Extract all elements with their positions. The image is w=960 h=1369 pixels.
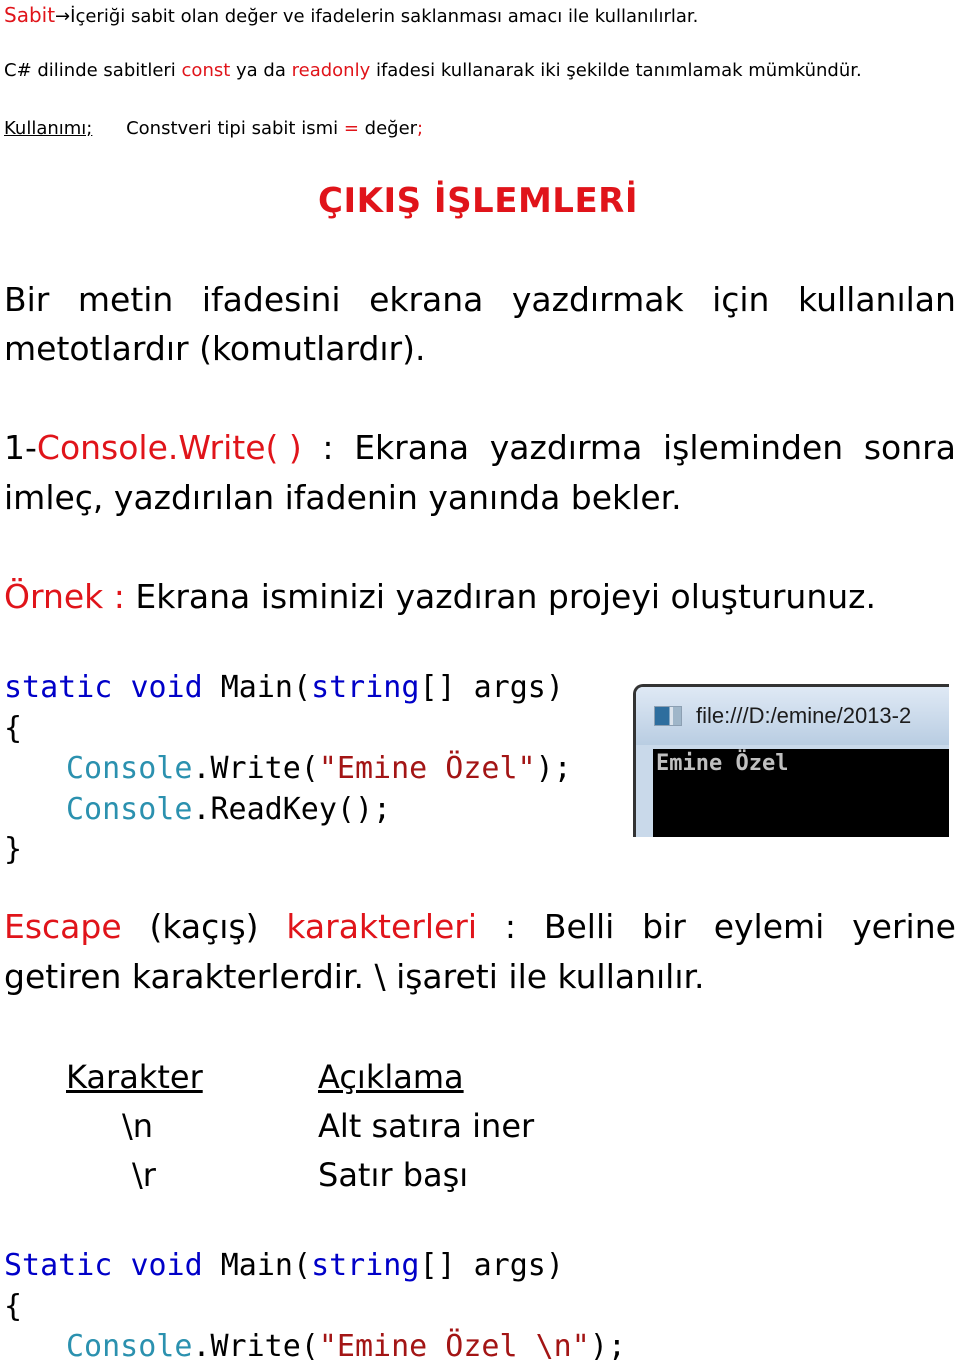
keyword: Static — [4, 1248, 113, 1283]
usage-line: Kullanımı; Constveri tipi sabit ismi = d… — [4, 118, 423, 139]
item-number: 1- — [4, 428, 37, 467]
write-method-line2: imleç, yazdırılan ifadenin yanında bekle… — [4, 478, 682, 517]
word: işleminden — [662, 428, 844, 467]
readonly-keyword: readonly — [291, 60, 371, 81]
console-path: file:///D:/emine/2013-2 — [696, 703, 912, 728]
word: (kaçış) — [149, 907, 259, 946]
usage-value: değer — [358, 118, 418, 139]
console-titlebar: file:///D:/emine/2013-2 — [636, 687, 949, 745]
text: ifadesi kullanarak iki şekilde tanımlama… — [370, 60, 862, 81]
escape-char: \n — [122, 1106, 154, 1145]
word: ifadesini — [201, 280, 341, 319]
code-line: Console.Write("Emine Özel"); — [4, 749, 572, 790]
code-text: .Write( — [192, 1329, 319, 1364]
arrow-icon: → — [55, 6, 71, 27]
output-definition-line2: metotlardır (komutlardır). — [4, 329, 426, 368]
word: kullanılan — [797, 280, 956, 319]
code-text: Main( — [202, 1248, 312, 1283]
code-line: { — [4, 710, 23, 746]
word: yerine — [852, 907, 956, 946]
word: Bir — [4, 280, 50, 319]
header-karakter: Karakter — [66, 1057, 203, 1096]
keyword: static — [4, 670, 113, 705]
sabit-definition: İçeriği sabit olan değer ve ifadelerin s… — [70, 6, 699, 27]
header-aciklama: Açıklama — [318, 1057, 464, 1096]
word: metin — [77, 280, 174, 319]
word: bir — [642, 907, 686, 946]
escape-line1: Escape (kaçış) karakterleri : Belli bir … — [4, 907, 956, 946]
console-app-icon — [654, 706, 682, 726]
const-keyword: const — [181, 60, 231, 81]
code-line: } — [4, 832, 23, 867]
usage-syntax: Constveri tipi sabit ismi — [126, 118, 344, 139]
table-header-row: Karakter Açıklama — [66, 1052, 534, 1101]
sabit-term: Sabit — [4, 3, 56, 27]
keyword: string — [311, 670, 420, 705]
code-text: Main( — [202, 670, 312, 705]
word: yazdırma — [489, 428, 643, 467]
sabit-definition-line: Sabit→İçeriği sabit olan değer ve ifadel… — [4, 3, 698, 27]
code-text: [] args) — [419, 1248, 564, 1283]
word: için — [712, 280, 770, 319]
write-method-line1: 1-Console.Write( ) : Ekrana yazdırma işl… — [4, 428, 956, 467]
table-row: \n Alt satıra iner — [66, 1101, 534, 1150]
const-readonly-line: C# dilinde sabitleri const ya da readonl… — [4, 60, 862, 81]
escape-table: Karakter Açıklama \n Alt satıra iner \r … — [66, 1052, 534, 1199]
word: ekrana — [369, 280, 484, 319]
table-row: \r Satır başı — [66, 1150, 534, 1199]
code-line: Console.ReadKey(); — [4, 790, 572, 831]
escape-description: Alt satıra iner — [318, 1106, 535, 1145]
string-literal: "Emine Özel \n" — [318, 1329, 590, 1364]
code-line: static void Main(string[] args) — [4, 668, 572, 709]
usage-label: Kullanımı; — [4, 118, 93, 139]
string-literal: "Emine Özel" — [318, 751, 536, 786]
word: : — [504, 907, 517, 946]
method-name: Console.Write( ) — [36, 428, 302, 467]
code-text: ); — [589, 1329, 626, 1364]
type-name: Console — [66, 751, 193, 786]
equals-sign: = — [343, 118, 359, 139]
code-line: Console.Write("Emine Özel \n"); — [4, 1327, 626, 1368]
karakterleri-term: karakterleri — [286, 907, 478, 946]
code-line: { — [4, 1288, 23, 1324]
code-text: .ReadKey(); — [192, 791, 392, 827]
type-name: Console — [66, 791, 193, 827]
example-label: Örnek : — [4, 577, 125, 616]
keyword: void — [130, 670, 203, 705]
console-output: Emine Özel — [653, 749, 949, 837]
code-line: Static void Main(string[] args) — [4, 1246, 626, 1287]
output-definition-line1: Bir metin ifadesini ekrana yazdırmak içi… — [4, 280, 956, 319]
example-line: Örnek : Ekrana isminizi yazdıran projeyi… — [4, 577, 876, 616]
word: Ekrana — [354, 428, 470, 467]
code-block-2: Static void Main(string[] args) { Consol… — [4, 1246, 626, 1368]
code-text: [] args) — [419, 670, 564, 705]
type-name: Console — [66, 1329, 193, 1364]
code-block-1: static void Main(string[] args) { Consol… — [4, 668, 572, 871]
section-title: ÇIKIŞ İŞLEMLERİ — [318, 181, 639, 221]
console-window-screenshot: file:///D:/emine/2013-2 Emine Özel — [633, 684, 949, 837]
word: : — [322, 428, 334, 467]
word: Belli — [543, 907, 615, 946]
word: yazdırmak — [511, 280, 684, 319]
escape-term: Escape — [4, 907, 122, 946]
code-text: ); — [535, 751, 572, 786]
escape-description: Satır başı — [318, 1155, 469, 1194]
example-text: Ekrana isminizi yazdıran projeyi oluştur… — [124, 577, 876, 616]
text: C# dilinde sabitleri — [4, 60, 182, 81]
keyword: string — [311, 1248, 420, 1283]
code-text: .Write( — [192, 751, 319, 786]
keyword: void — [130, 1248, 203, 1283]
escape-char: \r — [132, 1155, 156, 1194]
usage-semicolon: ; — [417, 118, 424, 139]
word: eylemi — [713, 907, 825, 946]
word: sonra — [863, 428, 956, 467]
escape-line2: getiren karakterlerdir. \ işareti ile ku… — [4, 957, 705, 996]
text: ya da — [230, 60, 292, 81]
